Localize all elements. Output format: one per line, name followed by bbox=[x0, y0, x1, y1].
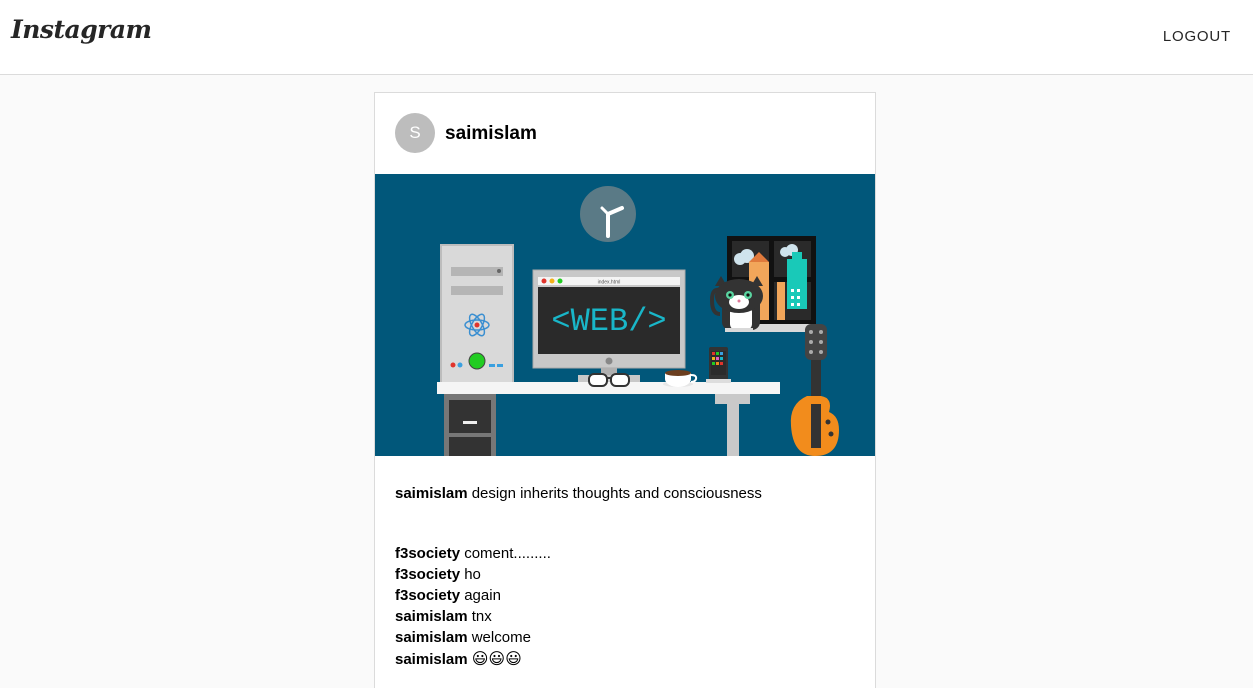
comment-username[interactable]: saimislam bbox=[395, 629, 468, 646]
clock-icon bbox=[580, 186, 636, 242]
comment-text: tnx bbox=[471, 608, 492, 625]
post-caption: saimislam design inherits thoughts and c… bbox=[395, 483, 855, 504]
post-header: S saimislam bbox=[375, 93, 875, 175]
comment-text: welcome bbox=[471, 629, 531, 646]
comments-list: f3society coment......... f3society ho f… bbox=[395, 543, 855, 669]
screen-code-text: <WEB/> bbox=[551, 303, 666, 340]
comment-text: 😃😃😃 bbox=[471, 649, 522, 668]
caption-text: design inherits thoughts and consciousne… bbox=[471, 485, 762, 502]
comment-username[interactable]: saimislam bbox=[395, 651, 468, 668]
comment-item: f3society again bbox=[395, 585, 855, 606]
logout-button[interactable]: LOGOUT bbox=[1163, 28, 1231, 45]
comment-item: f3society ho bbox=[395, 564, 855, 585]
comment-item: saimislam welcome bbox=[395, 627, 855, 648]
post-image[interactable]: index.html <WEB/> bbox=[375, 174, 875, 456]
comment-username[interactable]: saimislam bbox=[395, 608, 468, 625]
comment-item: f3society coment......... bbox=[395, 543, 855, 564]
comment-username[interactable]: f3society bbox=[395, 587, 460, 604]
top-nav-bar: Instagram LOGOUT bbox=[0, 0, 1253, 75]
comment-text: coment......... bbox=[464, 545, 551, 562]
comment-username[interactable]: f3society bbox=[395, 545, 460, 562]
instagram-logo[interactable]: Instagram bbox=[11, 15, 152, 44]
comment-text: again bbox=[464, 587, 501, 604]
monitor-icon: index.html <WEB/> bbox=[532, 269, 686, 382]
post-username[interactable]: saimislam bbox=[445, 123, 537, 145]
screen-title: index.html bbox=[598, 280, 621, 286]
caption-username[interactable]: saimislam bbox=[395, 485, 468, 502]
post-card: S saimislam index.html <WEB/> saimislam … bbox=[374, 92, 876, 688]
comment-text: ho bbox=[464, 566, 481, 583]
comment-item: saimislam tnx bbox=[395, 606, 855, 627]
avatar[interactable]: S bbox=[395, 113, 435, 153]
phone-icon bbox=[706, 347, 731, 383]
comment-item: saimislam 😃😃😃 bbox=[395, 648, 855, 669]
comment-username[interactable]: f3society bbox=[395, 566, 460, 583]
pc-tower-icon bbox=[440, 244, 514, 384]
